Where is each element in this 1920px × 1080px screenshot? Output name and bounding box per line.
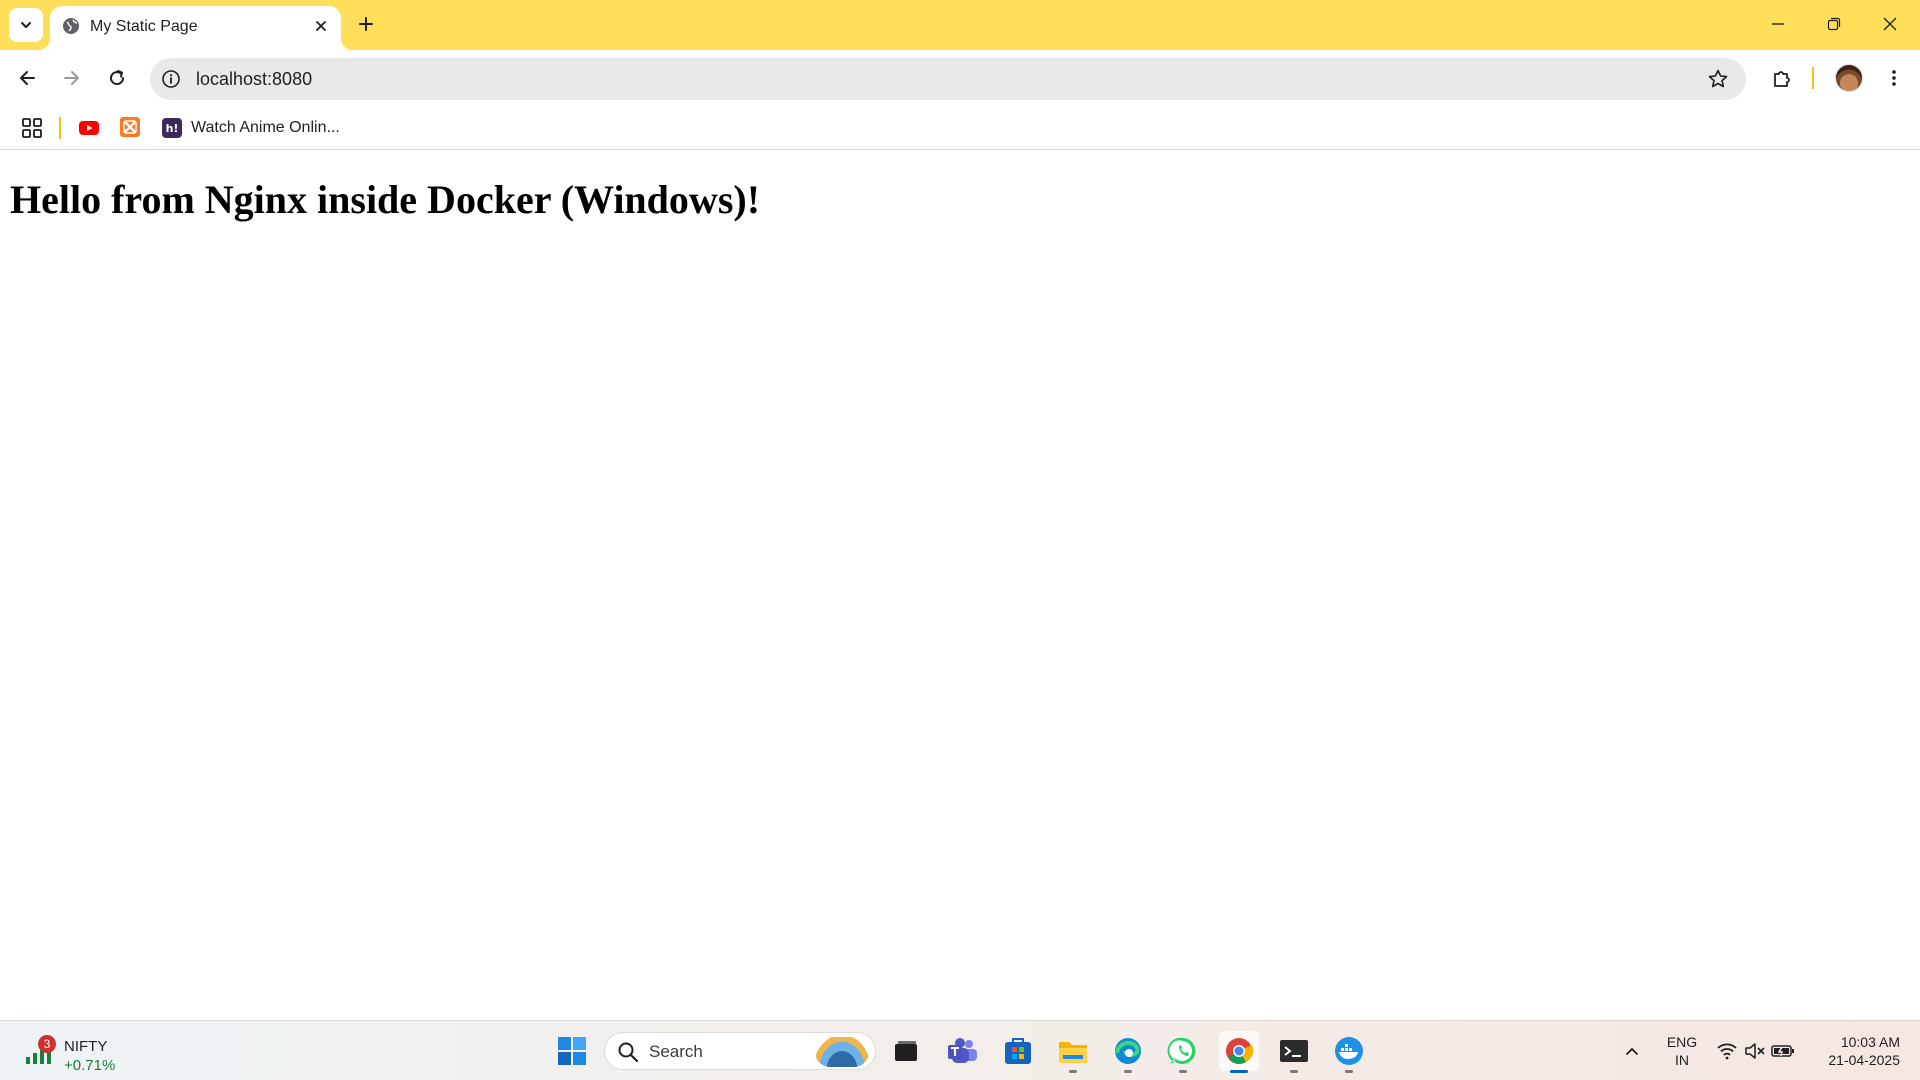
- tab-title: My Static Page: [90, 18, 198, 35]
- teams-button[interactable]: [943, 1031, 983, 1071]
- windows-taskbar: 3 NIFTY +0.71% Search ENG IN 10:03 AM 21…: [0, 1020, 1920, 1080]
- running-indicator: [1069, 1070, 1077, 1073]
- taskbar-search-box[interactable]: Search: [604, 1032, 876, 1070]
- volume-muted-icon[interactable]: [1743, 1039, 1767, 1063]
- arrow-right-icon: [64, 71, 79, 85]
- restore-button[interactable]: [1814, 8, 1854, 40]
- running-indicator: [1290, 1070, 1298, 1073]
- running-indicator: [1345, 1070, 1353, 1073]
- teams-icon: [948, 1038, 977, 1063]
- plus-icon: [359, 17, 373, 31]
- windows-start-button[interactable]: [552, 1031, 592, 1071]
- active-tab[interactable]: My Static Page: [38, 6, 353, 50]
- extensions-button[interactable]: [1764, 60, 1800, 96]
- bookmarks-separator: [59, 117, 61, 139]
- profile-avatar[interactable]: [1835, 64, 1863, 92]
- task-view-icon: [895, 1041, 917, 1061]
- chrome-menu-button[interactable]: [1876, 60, 1912, 96]
- bookmark-watch-anime[interactable]: h! Watch Anime Onlin...: [158, 114, 344, 142]
- file-explorer-button[interactable]: [1053, 1031, 1093, 1073]
- page-viewport: Hello from Nginx inside Docker (Windows)…: [0, 150, 1920, 1020]
- puzzle-icon: [1774, 71, 1790, 87]
- terminal-icon: [1280, 1040, 1308, 1062]
- search-placeholder: Search: [649, 1042, 703, 1061]
- running-indicator: [1179, 1070, 1187, 1073]
- site-info-icon[interactable]: [160, 68, 182, 90]
- url-text[interactable]: localhost:8080: [196, 69, 312, 90]
- whatsapp-icon: [1167, 1037, 1196, 1064]
- more-vertical-icon: [1892, 70, 1896, 86]
- docker-button[interactable]: [1329, 1031, 1369, 1073]
- bookmark-label: Watch Anime Onlin...: [191, 119, 340, 136]
- back-button[interactable]: [9, 60, 45, 96]
- bookmarks-bar: h! Watch Anime Onlin...: [0, 106, 1920, 150]
- clock-date: 21-04-2025: [1828, 1052, 1900, 1068]
- widget-change: +0.71%: [64, 1057, 116, 1074]
- edge-icon: [1115, 1038, 1141, 1064]
- youtube-icon[interactable]: [78, 117, 100, 139]
- task-view-button[interactable]: [886, 1031, 926, 1071]
- toolbar-separator: [1812, 67, 1814, 89]
- close-window-button[interactable]: [1870, 8, 1910, 40]
- chrome-icon: [1226, 1038, 1254, 1064]
- close-icon: [1883, 17, 1897, 31]
- close-icon: [316, 21, 326, 31]
- chevron-down-icon: [21, 22, 31, 28]
- stock-widget[interactable]: 3 NIFTY +0.71%: [20, 1029, 120, 1074]
- reload-icon: [110, 70, 125, 86]
- show-hidden-icons-button[interactable]: [1620, 1039, 1644, 1063]
- reload-button[interactable]: [99, 60, 135, 96]
- battery-charging-icon[interactable]: [1771, 1039, 1795, 1063]
- tab-close-button[interactable]: [310, 15, 332, 37]
- apps-grid-icon[interactable]: [20, 116, 44, 140]
- forward-button[interactable]: [54, 60, 90, 96]
- minimize-icon: [1772, 23, 1784, 25]
- search-icon: [618, 1042, 639, 1063]
- restore-icon: [1827, 17, 1841, 31]
- page-heading: Hello from Nginx inside Docker (Windows)…: [10, 177, 761, 222]
- terminal-button[interactable]: [1274, 1031, 1314, 1073]
- wifi-icon[interactable]: [1715, 1039, 1739, 1063]
- hianime-icon: h!: [162, 118, 182, 138]
- minimize-button[interactable]: [1758, 8, 1798, 40]
- input-language-indicator[interactable]: ENG IN: [1664, 1033, 1700, 1069]
- globe-icon: [63, 18, 79, 34]
- widget-ticker: NIFTY: [64, 1038, 108, 1055]
- whatsapp-button[interactable]: [1163, 1031, 1203, 1073]
- microsoft-store-button[interactable]: [998, 1031, 1038, 1071]
- microsoft-store-icon: [1005, 1038, 1031, 1064]
- chrome-button[interactable]: [1219, 1031, 1259, 1073]
- tab-strip: My Static Page: [0, 0, 1920, 50]
- bookmark-star-icon[interactable]: [1706, 67, 1730, 91]
- system-clock[interactable]: 10:03 AM 21-04-2025: [1800, 1033, 1900, 1069]
- language-code: ENG: [1666, 1034, 1698, 1050]
- address-bar[interactable]: localhost:8080: [150, 58, 1746, 100]
- tab-search-button[interactable]: [9, 8, 43, 42]
- file-explorer-icon: [1059, 1042, 1087, 1063]
- running-indicator: [1124, 1070, 1132, 1073]
- new-tab-button[interactable]: [352, 10, 380, 38]
- region-code: IN: [1675, 1052, 1689, 1068]
- windows-start-icon: [558, 1037, 586, 1065]
- browser-toolbar: localhost:8080: [0, 50, 1920, 106]
- active-running-indicator: [1230, 1070, 1248, 1073]
- notification-badge: 3: [38, 1035, 56, 1053]
- chevron-up-icon: [1626, 1047, 1638, 1055]
- xampp-icon[interactable]: [119, 116, 141, 138]
- search-highlight-icon: [815, 1037, 869, 1067]
- clock-time: 10:03 AM: [1840, 1034, 1900, 1050]
- docker-icon: [1335, 1037, 1363, 1065]
- edge-button[interactable]: [1108, 1031, 1148, 1073]
- arrow-left-icon: [20, 71, 35, 85]
